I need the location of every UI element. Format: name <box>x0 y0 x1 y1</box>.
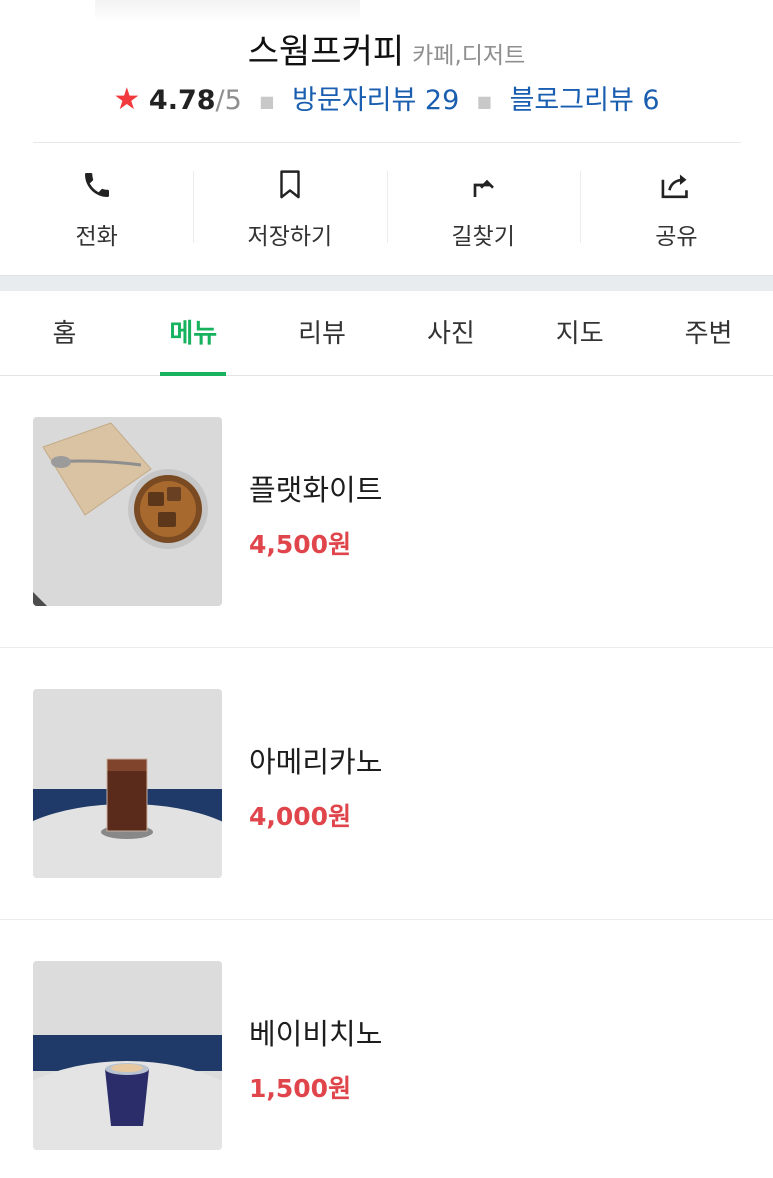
place-name: 스웜프커피 <box>247 32 405 72</box>
save-label: 저장하기 <box>247 224 333 250</box>
menu-item-photo[interactable] <box>33 417 222 606</box>
menu-item-name: 베이비치노 <box>249 1017 383 1051</box>
separator-dot: ■ <box>259 92 275 111</box>
directions-icon <box>466 168 500 202</box>
menu-item[interactable]: 베이비치노 1,500원 <box>0 920 773 1178</box>
rating-row: ★ 4.78/5 ■ 방문자리뷰 29 ■ 블로그리뷰 6 <box>0 78 773 117</box>
menu-item-name: 플랫화이트 <box>249 473 383 507</box>
call-button[interactable]: 전화 <box>0 143 193 275</box>
share-icon <box>659 168 693 202</box>
action-separator <box>193 171 195 243</box>
place-category: 카페,디저트 <box>412 43 526 69</box>
place-header: 스웜프커피 카페,디저트 ★ 4.78/5 ■ 방문자리뷰 29 ■ 블로그리뷰 … <box>0 0 773 142</box>
phone-icon <box>80 168 114 202</box>
call-label: 전화 <box>75 224 118 250</box>
rating-value: 4.78 <box>148 85 216 116</box>
section-gap <box>0 275 773 291</box>
tab-map[interactable]: 지도 <box>515 291 644 375</box>
directions-label: 길찾기 <box>451 224 515 250</box>
save-button[interactable]: 저장하기 <box>193 143 386 275</box>
menu-item-price: 1,500원 <box>249 1074 352 1103</box>
menu-item-price: 4,500원 <box>249 530 352 559</box>
share-button[interactable]: 공유 <box>579 143 773 275</box>
bookmark-icon <box>273 168 307 202</box>
share-label: 공유 <box>655 224 698 250</box>
visitor-reviews-link[interactable]: 방문자리뷰 29 <box>292 85 459 116</box>
menu-item-name: 아메리카노 <box>249 745 383 779</box>
menu-item-price: 4,000원 <box>249 802 352 831</box>
action-bar: 전화 저장하기 길찾기 공유 <box>0 143 773 275</box>
tab-bar: 홈 메뉴 리뷰 사진 지도 주변 <box>0 291 773 376</box>
menu-item[interactable]: 아메리카노 4,000원 <box>0 648 773 920</box>
menu-item[interactable]: 플랫화이트 4,500원 <box>0 376 773 648</box>
separator-dot: ■ <box>476 92 492 111</box>
tab-menu[interactable]: 메뉴 <box>129 291 258 376</box>
menu-item-photo[interactable] <box>33 961 222 1150</box>
blog-reviews-link[interactable]: 블로그리뷰 6 <box>510 85 660 116</box>
title-row: 스웜프커피 카페,디저트 <box>0 24 773 73</box>
tab-photos[interactable]: 사진 <box>386 291 515 375</box>
menu-item-photo[interactable] <box>33 689 222 878</box>
tab-nearby[interactable]: 주변 <box>644 291 773 375</box>
directions-button[interactable]: 길찾기 <box>386 143 580 275</box>
menu-list: 플랫화이트 4,500원 아메리카노 4,000원 베이비치노 1,500원 <box>0 376 773 1178</box>
action-separator <box>386 171 388 243</box>
tab-home[interactable]: 홈 <box>0 291 129 375</box>
tab-reviews[interactable]: 리뷰 <box>258 291 387 375</box>
star-icon: ★ <box>113 82 141 117</box>
rating-max: /5 <box>215 85 242 116</box>
action-separator <box>579 171 581 243</box>
